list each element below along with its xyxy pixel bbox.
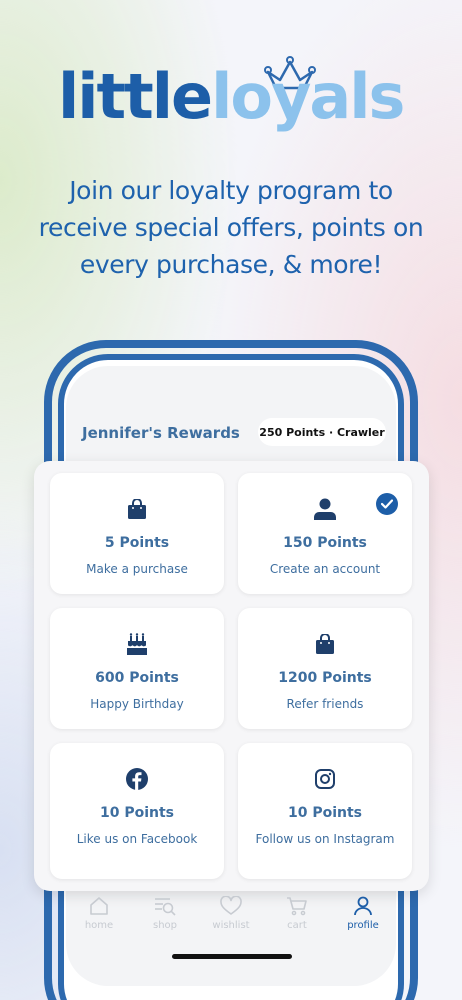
reward-tile-make-purchase[interactable]: 5 Points Make a purchase bbox=[50, 473, 224, 594]
tab-label: shop bbox=[152, 920, 177, 931]
logo-part-little: little bbox=[58, 60, 213, 133]
reward-label: Refer friends bbox=[286, 697, 364, 711]
reward-tile-birthday[interactable]: 600 Points Happy Birthday bbox=[50, 608, 224, 729]
tab-profile[interactable]: profile bbox=[330, 895, 396, 941]
tab-label: profile bbox=[347, 920, 379, 931]
tab-shop[interactable]: shop bbox=[132, 895, 198, 941]
tab-label: cart bbox=[287, 920, 307, 931]
tab-label: wishlist bbox=[212, 920, 250, 931]
reward-points: 1200 Points bbox=[278, 670, 372, 686]
heart-icon bbox=[220, 896, 242, 915]
logo-wordmark: littleloyals bbox=[58, 66, 405, 128]
shopping-bag-icon bbox=[316, 634, 334, 654]
logo-part-loyals: loyals bbox=[211, 60, 405, 133]
tab-label: home bbox=[84, 920, 114, 931]
tagline: Join our loyalty program to receive spec… bbox=[38, 176, 424, 279]
reward-points: 5 Points bbox=[104, 535, 170, 551]
points-status-badge: 250 Points · Crawler bbox=[258, 418, 386, 446]
birthday-cake-icon bbox=[127, 633, 147, 655]
bottom-tab-bar: home shop wishlist cart profile bbox=[66, 895, 396, 945]
reward-label: Happy Birthday bbox=[90, 697, 184, 711]
tab-home[interactable]: home bbox=[66, 895, 132, 941]
cart-icon bbox=[287, 897, 307, 916]
home-icon bbox=[90, 897, 108, 915]
shopping-bag-icon bbox=[128, 499, 146, 519]
reward-tile-refer-friends[interactable]: 1200 Points Refer friends bbox=[238, 608, 412, 729]
reward-points: 10 Points bbox=[99, 805, 175, 821]
rewards-title: Jennifer's Rewards bbox=[82, 424, 240, 442]
reward-points: 600 Points bbox=[95, 670, 179, 686]
reward-label: Create an account bbox=[269, 562, 381, 576]
reward-tile-instagram[interactable]: 10 Points Follow us on Instagram bbox=[238, 743, 412, 879]
reward-tile-create-account[interactable]: 150 Points Create an account bbox=[238, 473, 412, 594]
reward-label: Make a purchase bbox=[86, 562, 188, 576]
rewards-panel: 5 Points Make a purchase 150 Points Crea… bbox=[34, 461, 429, 891]
shop-search-icon bbox=[155, 898, 176, 916]
profile-icon bbox=[354, 896, 372, 916]
user-icon bbox=[314, 498, 336, 520]
reward-label: Follow us on Instagram bbox=[255, 832, 395, 846]
home-indicator[interactable] bbox=[172, 954, 292, 959]
tab-cart[interactable]: cart bbox=[264, 895, 330, 941]
reward-tile-facebook[interactable]: 10 Points Like us on Facebook bbox=[50, 743, 224, 879]
tab-wishlist[interactable]: wishlist bbox=[198, 895, 264, 941]
reward-points: 150 Points bbox=[283, 535, 367, 551]
reward-label: Like us on Facebook bbox=[76, 832, 198, 846]
instagram-icon bbox=[315, 769, 335, 789]
reward-points: 10 Points bbox=[287, 805, 363, 821]
facebook-icon bbox=[126, 768, 148, 790]
